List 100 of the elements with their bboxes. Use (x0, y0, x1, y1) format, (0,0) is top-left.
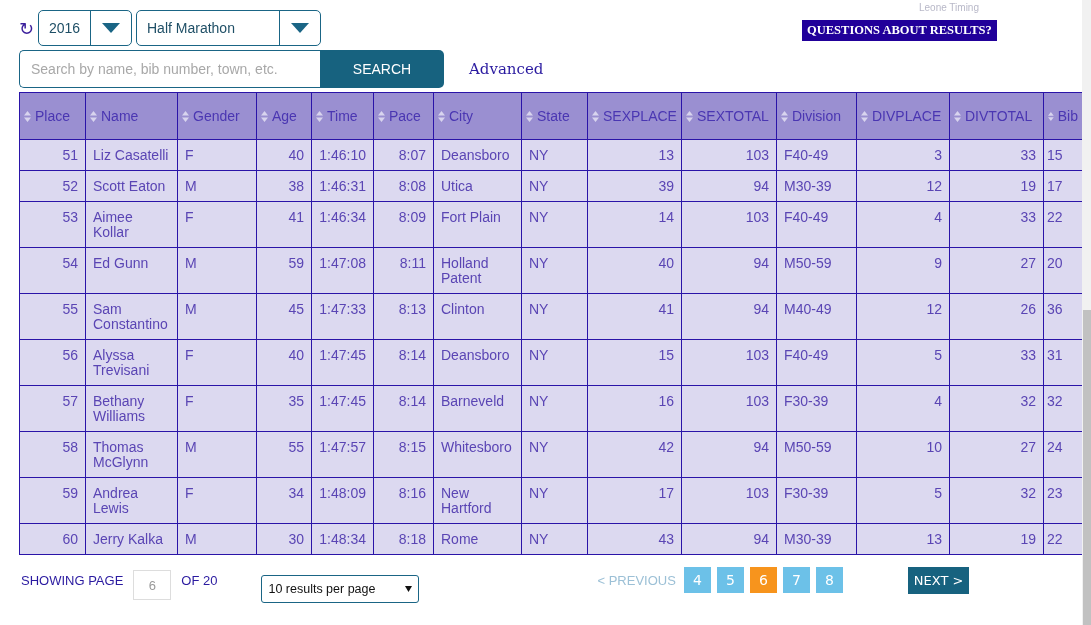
table-cell: 5 (856, 477, 950, 524)
table-cell: 8:07 (373, 139, 434, 171)
table-cell: Sam Constantino (85, 293, 178, 340)
table-cell: 40 (587, 247, 682, 294)
search-field[interactable]: Search by name, bib number, town, etc. (19, 50, 320, 88)
sort-icon (438, 110, 445, 122)
header-label: Bib (1057, 108, 1078, 124)
table-cell: 41 (256, 201, 312, 248)
questions-button[interactable]: QUESTIONS ABOUT RESULTS? (802, 20, 997, 41)
header-label: Division (792, 108, 841, 124)
table-cell: 1:48:09 (311, 477, 374, 524)
table-cell: 94 (681, 431, 777, 478)
advanced-link[interactable]: Advanced (469, 60, 544, 78)
table-cell: 57 (19, 385, 86, 432)
table-cell: Ed Gunn (85, 247, 178, 294)
table-cell: 1:47:45 (311, 385, 374, 432)
scrollbar-thumb[interactable] (1083, 310, 1091, 625)
table-cell: F (177, 139, 257, 171)
table-cell: 8:13 (373, 293, 434, 340)
column-header[interactable]: Gender (177, 92, 257, 140)
table-cell: 1:46:10 (311, 139, 374, 171)
sort-icon (90, 110, 97, 122)
table-cell: 4 (856, 385, 950, 432)
table-cell: F30-39 (776, 477, 857, 524)
column-header[interactable]: Division (776, 92, 857, 140)
table-cell: 38 (256, 170, 312, 202)
refresh-icon[interactable]: ↻ (19, 17, 34, 39)
table-cell: 1:46:34 (311, 201, 374, 248)
header-label: SEXTOTAL (697, 108, 769, 124)
table-cell: 60 (19, 523, 86, 555)
sort-icon (182, 110, 189, 122)
table-cell: M50-59 (776, 431, 857, 478)
table-cell: NY (521, 139, 588, 171)
table-cell: 58 (19, 431, 86, 478)
caret-icon (405, 586, 413, 592)
table-cell: 1:47:57 (311, 431, 374, 478)
table-cell: F40-49 (776, 139, 857, 171)
table-cell: 103 (681, 339, 777, 386)
showing-label: SHOWING PAGE (21, 572, 124, 588)
table-cell: 19 (949, 170, 1044, 202)
table-cell: 32 (949, 477, 1044, 524)
page-count: OF 20 (181, 572, 218, 588)
table-cell: 19 (949, 523, 1044, 555)
table-cell: 9 (856, 247, 950, 294)
table-cell: Rome (433, 523, 522, 555)
table-cell: Bethany Williams (85, 385, 178, 432)
column-header[interactable]: Time (311, 92, 374, 140)
table-cell: 94 (681, 170, 777, 202)
table-cell: 54 (19, 247, 86, 294)
sort-icon (526, 110, 533, 122)
column-header[interactable]: SEXTOTAL (681, 92, 777, 140)
scrollbar[interactable] (1082, 0, 1091, 625)
table-cell: 16 (587, 385, 682, 432)
page-field[interactable]: 6 (133, 570, 172, 600)
table-cell: M (177, 247, 257, 294)
table-cell: 32 (1043, 385, 1083, 432)
page-button[interactable]: 7 (782, 567, 810, 593)
header-label: Age (272, 108, 297, 124)
column-header[interactable]: SEXPLACE (587, 92, 682, 140)
column-header[interactable]: DIVTOTAL (949, 92, 1044, 140)
next-button[interactable]: NEXT > (907, 566, 970, 594)
table-cell: 35 (256, 385, 312, 432)
column-header[interactable]: Pace (373, 92, 434, 140)
table-cell: 94 (681, 523, 777, 555)
table-cell: 1:48:34 (311, 523, 374, 555)
search-button[interactable]: SEARCH (320, 50, 444, 88)
column-header[interactable]: Bib (1043, 92, 1083, 140)
column-header[interactable]: Place (19, 92, 86, 140)
table-cell: 22 (1043, 201, 1083, 248)
table-cell: 53 (19, 201, 86, 248)
dropdown[interactable]: 2016 (38, 10, 132, 46)
page-button[interactable]: 5 (716, 567, 744, 593)
table-cell: M (177, 170, 257, 202)
table-cell: M (177, 431, 257, 478)
table-cell: Alyssa Trevisani (85, 339, 178, 386)
dropdown[interactable]: Half Marathon (136, 10, 321, 46)
column-header[interactable]: Name (85, 92, 178, 140)
table-cell: 55 (256, 431, 312, 478)
header-label: DIVPLACE (872, 108, 942, 124)
table-cell: 14 (587, 201, 682, 248)
page-button[interactable]: 6 (749, 567, 777, 593)
table-cell: M30-39 (776, 523, 857, 555)
column-header[interactable]: DIVPLACE (856, 92, 950, 140)
table-cell: F (177, 339, 257, 386)
table-cell: 59 (19, 477, 86, 524)
table-cell: Whitesboro (433, 431, 522, 478)
table-cell: 8:14 (373, 339, 434, 386)
table-cell: 1:46:31 (311, 170, 374, 202)
column-header[interactable]: City (433, 92, 522, 140)
table-cell: 33 (949, 339, 1044, 386)
page-button[interactable]: 4 (683, 567, 711, 593)
sort-icon (316, 110, 323, 122)
table-cell: NY (521, 201, 588, 248)
per-page-select[interactable]: 10 results per page (261, 575, 420, 603)
column-header[interactable]: Age (256, 92, 312, 140)
page-button[interactable]: 8 (815, 567, 843, 593)
table-cell: NY (521, 293, 588, 340)
column-header[interactable]: State (521, 92, 588, 140)
table-cell: Scott Eaton (85, 170, 178, 202)
table-cell: 12 (856, 293, 950, 340)
